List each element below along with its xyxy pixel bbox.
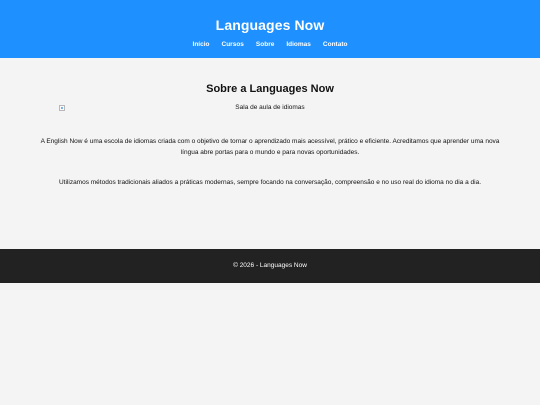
nav-cursos[interactable]: Cursos — [222, 41, 244, 49]
classroom-image: Sala de aula de idiomas — [0, 104, 540, 114]
nav-inicio[interactable]: Início — [193, 41, 210, 49]
about-paragraph-2: Utilizamos métodos tradicionais aliados … — [58, 179, 481, 186]
footer-copyright: © 2026 - Languages Now — [233, 262, 307, 269]
main-nav: Início Cursos Sobre Idiomas Contato — [0, 41, 540, 49]
site-title: Languages Now — [215, 17, 325, 33]
about-paragraph-1: A English Now é uma escola de idiomas cr… — [40, 138, 500, 156]
image-alt-text: Sala de aula de idiomas — [235, 104, 305, 111]
nav-sobre[interactable]: Sobre — [256, 41, 274, 49]
site-header: Languages Now Início Cursos Sobre Idioma… — [0, 0, 540, 58]
section-title: Sobre a Languages Now — [206, 83, 334, 95]
nav-idiomas[interactable]: Idiomas — [286, 41, 311, 49]
main-content: Sobre a Languages Now Sala de aula de id… — [0, 58, 540, 249]
site-footer: © 2026 - Languages Now — [0, 249, 540, 283]
nav-contato[interactable]: Contato — [323, 41, 348, 49]
